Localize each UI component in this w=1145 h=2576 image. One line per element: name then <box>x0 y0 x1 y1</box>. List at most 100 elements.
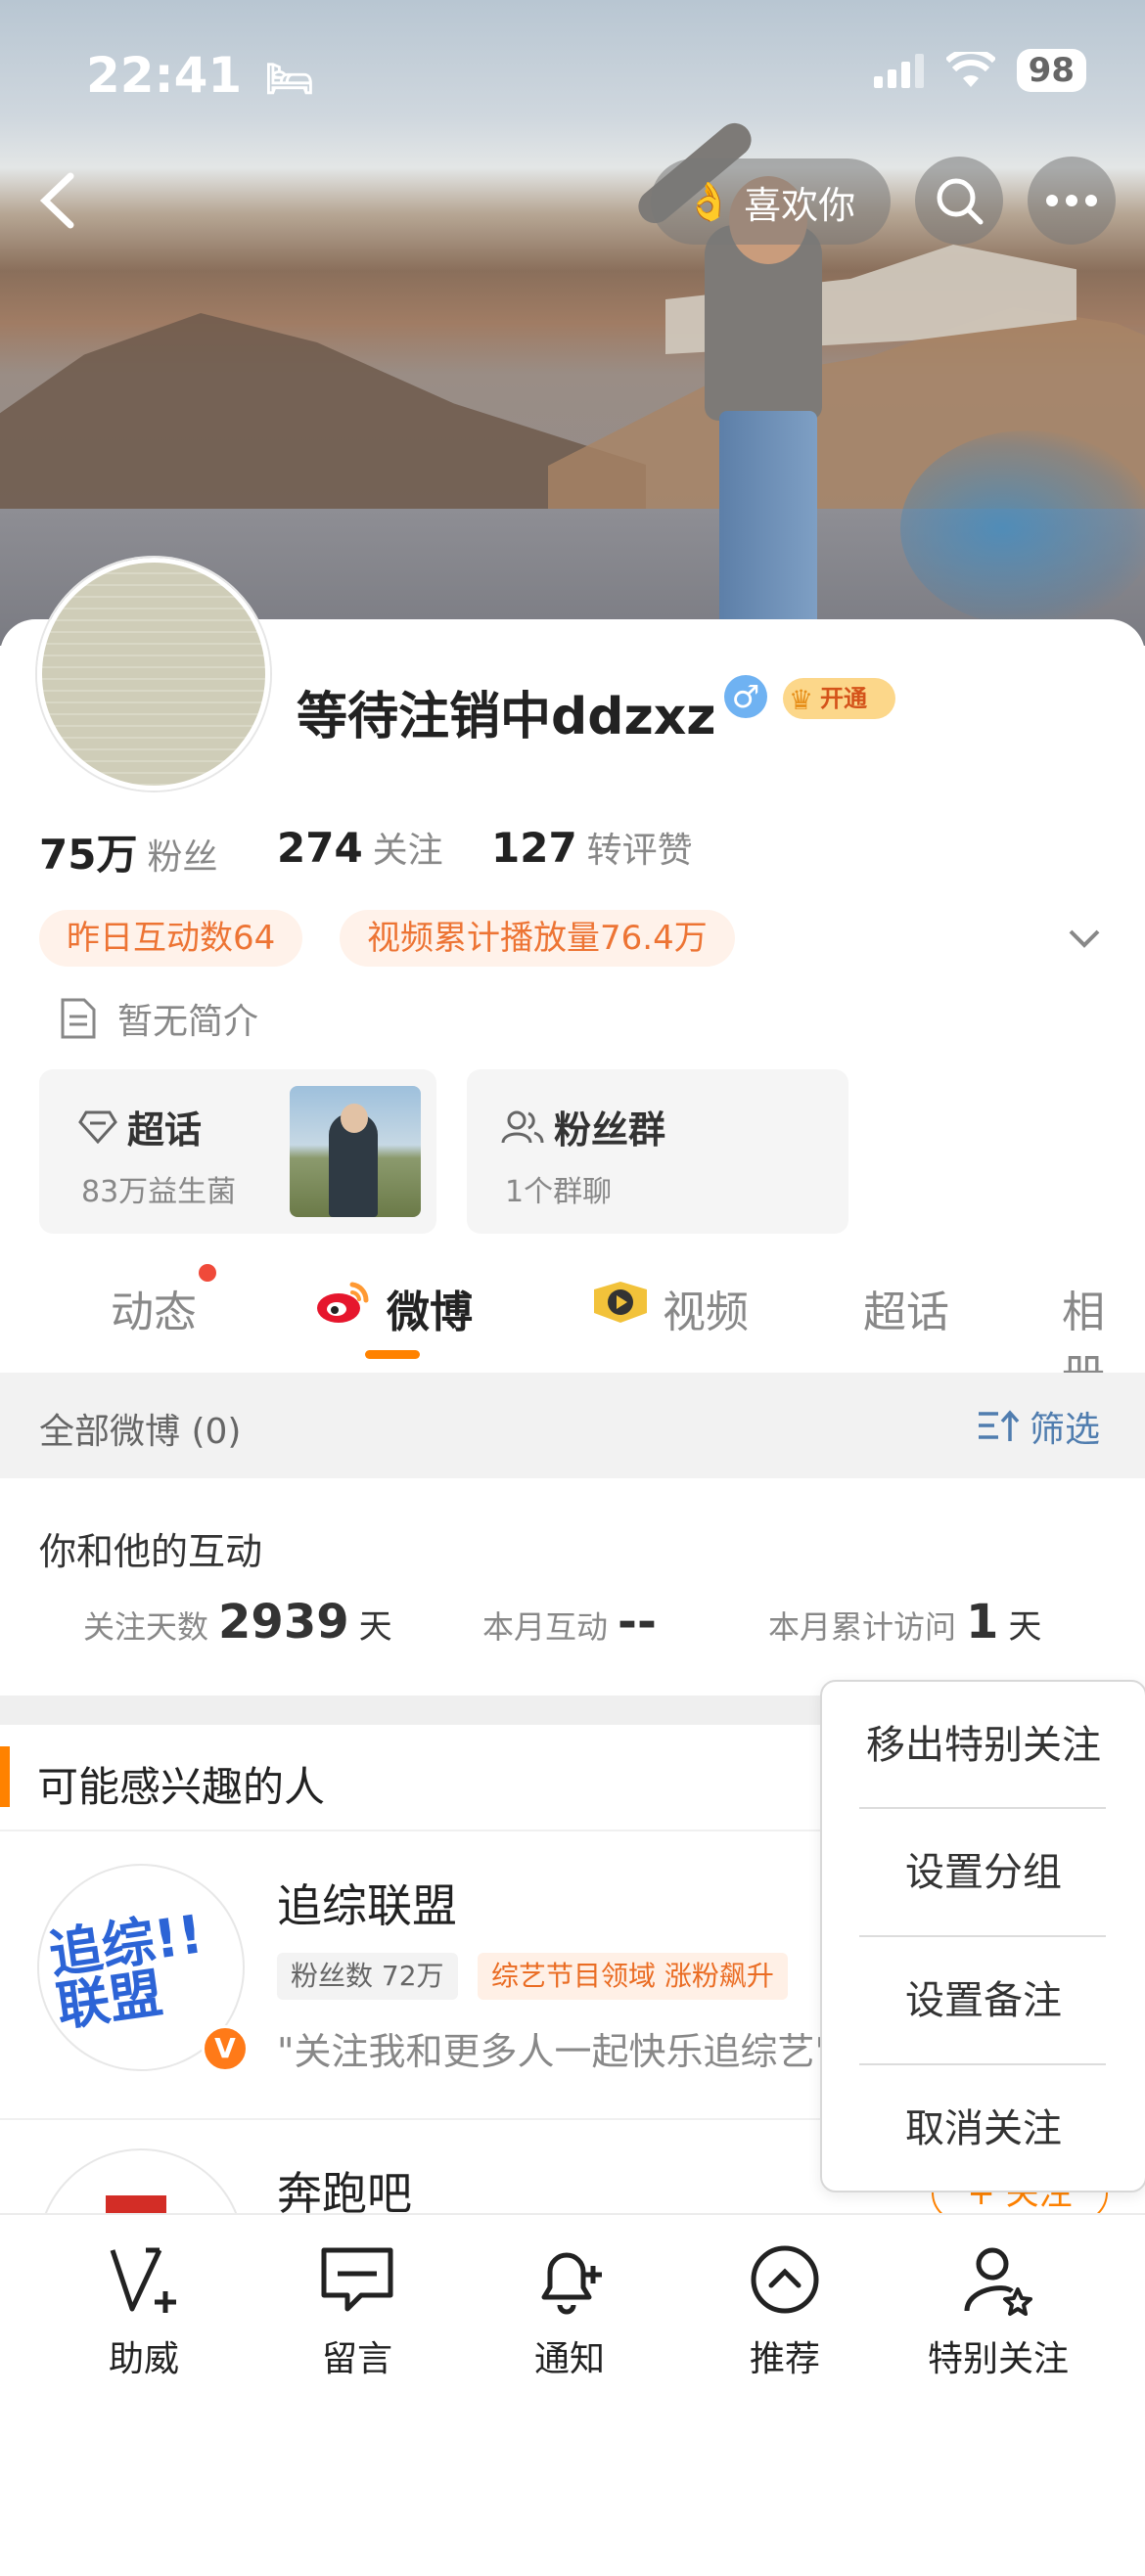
recommend-name[interactable]: 追综联盟 <box>277 1871 457 1935</box>
vip-label: 开通 <box>820 685 867 712</box>
menu-set-remark[interactable]: 设置备注 <box>822 1937 1145 2064</box>
int-num: -- <box>618 1595 657 1650</box>
int-label: 本月互动 <box>482 1608 609 1646</box>
message-button[interactable]: 留言 <box>279 2240 435 2381</box>
cheer-button[interactable]: 助威 <box>66 2240 222 2381</box>
pill-interaction[interactable]: 昨日互动数64 <box>39 910 303 967</box>
hand-heart-icon: 👌 <box>685 179 733 223</box>
vip-badge[interactable]: ♛ 开通 <box>783 678 895 719</box>
cheer-label: 助威 <box>108 2339 179 2379</box>
tab-super-topic[interactable]: 超话 <box>863 1277 949 1339</box>
kid-legs <box>719 411 817 636</box>
menu-unfollow[interactable]: 取消关注 <box>822 2065 1145 2192</box>
stat-num: 127 <box>491 824 577 872</box>
weibo-logo-icon <box>315 1279 372 1330</box>
status-time: 22:41 🛏 <box>86 47 314 104</box>
trend-tag: 综艺节目领域 涨粉飙升 <box>478 1953 788 2000</box>
stat-label: 粉丝 <box>147 837 218 878</box>
tab-weibo[interactable]: 微博 <box>387 1277 473 1339</box>
fan-group-title: 粉丝群 <box>554 1108 666 1152</box>
stat-num: 274 <box>277 824 363 872</box>
diamond-icon <box>78 1110 117 1144</box>
menu-set-group[interactable]: 设置分组 <box>822 1809 1145 1936</box>
more-dots-icon <box>1046 195 1097 206</box>
special-follow-button[interactable]: 特别关注 <box>920 2240 1076 2381</box>
more-button[interactable] <box>1028 157 1116 245</box>
bed-icon: 🛏 <box>264 57 315 102</box>
like-you-label: 喜欢你 <box>744 183 856 227</box>
special-follow-label: 特别关注 <box>927 2339 1069 2379</box>
verified-icon: V <box>202 2025 249 2072</box>
menu-remove-special[interactable]: 移出特别关注 <box>822 1682 1145 1809</box>
stat-followers[interactable]: 75万 粉丝 <box>39 822 217 881</box>
super-topic-title: 超话 <box>127 1108 203 1152</box>
photo-face <box>341 1104 368 1133</box>
filter-label: 筛选 <box>1029 1410 1100 1450</box>
group-icon <box>501 1110 544 1143</box>
search-icon <box>937 178 984 225</box>
bio-text: 暂无简介 <box>117 1002 259 1042</box>
document-icon <box>61 998 96 1039</box>
profile-name: 等待注销中ddzxz <box>297 688 716 746</box>
int-label: 本月累计访问 <box>768 1608 957 1646</box>
bio-row: 暂无简介 <box>59 993 258 1044</box>
stat-label: 关注 <box>372 831 443 871</box>
smoke <box>900 430 1145 626</box>
tab-underline <box>365 1350 420 1359</box>
chevron-left-icon <box>39 172 74 229</box>
tab-dynamics[interactable]: 动态 <box>111 1277 197 1339</box>
stat-num: 75万 <box>39 831 138 879</box>
notify-label: 通知 <box>533 2339 605 2379</box>
recommend-desc: "关注我和更多人一起快乐追综艺" <box>277 2030 825 2073</box>
search-button[interactable] <box>915 157 1003 245</box>
back-button[interactable] <box>29 166 88 235</box>
recommend-label: 推荐 <box>749 2339 820 2379</box>
follower-count-tag: 粉丝数 72万 <box>277 1953 458 2000</box>
message-icon <box>321 2247 393 2312</box>
male-icon: ♂ <box>724 675 767 718</box>
filter-button[interactable]: 筛选 <box>977 1401 1100 1452</box>
tab-video[interactable]: 视频 <box>663 1277 749 1339</box>
battery-indicator: 98 <box>1016 49 1086 92</box>
notification-dot <box>199 1264 216 1282</box>
chevron-down-icon <box>1069 929 1100 948</box>
super-topic-title-row: 超话 <box>78 1100 202 1153</box>
recommend-title: 可能感兴趣的人 <box>37 1763 326 1811</box>
like-you-button[interactable]: 👌 喜欢你 <box>651 158 891 245</box>
signal-icon <box>873 54 924 88</box>
stat-reposts[interactable]: 127 转评赞 <box>491 822 693 873</box>
recommend-logo: 追综!!联盟 <box>45 1903 207 2038</box>
fan-group-sub: 1个群聊 <box>505 1175 613 1209</box>
int-num: 2939 <box>218 1595 349 1650</box>
notify-button[interactable]: 通知 <box>491 2240 648 2381</box>
section-accent-bar <box>0 1746 10 1807</box>
message-label: 留言 <box>321 2339 392 2379</box>
int-label: 关注天数 <box>83 1608 209 1646</box>
stat-following[interactable]: 274 关注 <box>277 822 443 873</box>
context-menu: 移出特别关注 设置分组 设置备注 取消关注 <box>820 1680 1145 2192</box>
cheer-v-icon <box>110 2247 176 2313</box>
recommend-button[interactable]: 推荐 <box>707 2240 863 2381</box>
int-unit: 天 <box>1008 1607 1042 1647</box>
pill-video-views[interactable]: 视频累计播放量76.4万 <box>340 910 735 967</box>
stat-label: 转评赞 <box>586 831 693 871</box>
interaction-month: 本月互动 -- <box>482 1595 657 1650</box>
interaction-follow-days: 关注天数 2939 天 <box>83 1595 392 1650</box>
interaction-visits: 本月累计访问 1 天 <box>768 1595 1041 1650</box>
up-arrow-circle-icon <box>751 2245 819 2314</box>
user-star-icon <box>964 2247 1032 2316</box>
super-topic-image <box>290 1086 421 1217</box>
avatar[interactable] <box>37 558 270 791</box>
wifi-icon <box>945 52 995 87</box>
expand-button[interactable] <box>1067 920 1102 955</box>
bell-plus-icon <box>541 2252 602 2315</box>
filter-icon <box>978 1410 1020 1441</box>
status-icons: 98 <box>873 49 1086 92</box>
int-unit: 天 <box>358 1607 392 1647</box>
all-weibo-count: 全部微博 (0) <box>39 1412 242 1452</box>
fan-group-title-row: 粉丝群 <box>501 1100 665 1153</box>
super-topic-sub: 83万益生菌 <box>81 1175 237 1209</box>
int-num: 1 <box>966 1595 999 1650</box>
interaction-title: 你和他的互动 <box>39 1530 263 1573</box>
status-time-text: 22:41 <box>86 47 243 104</box>
